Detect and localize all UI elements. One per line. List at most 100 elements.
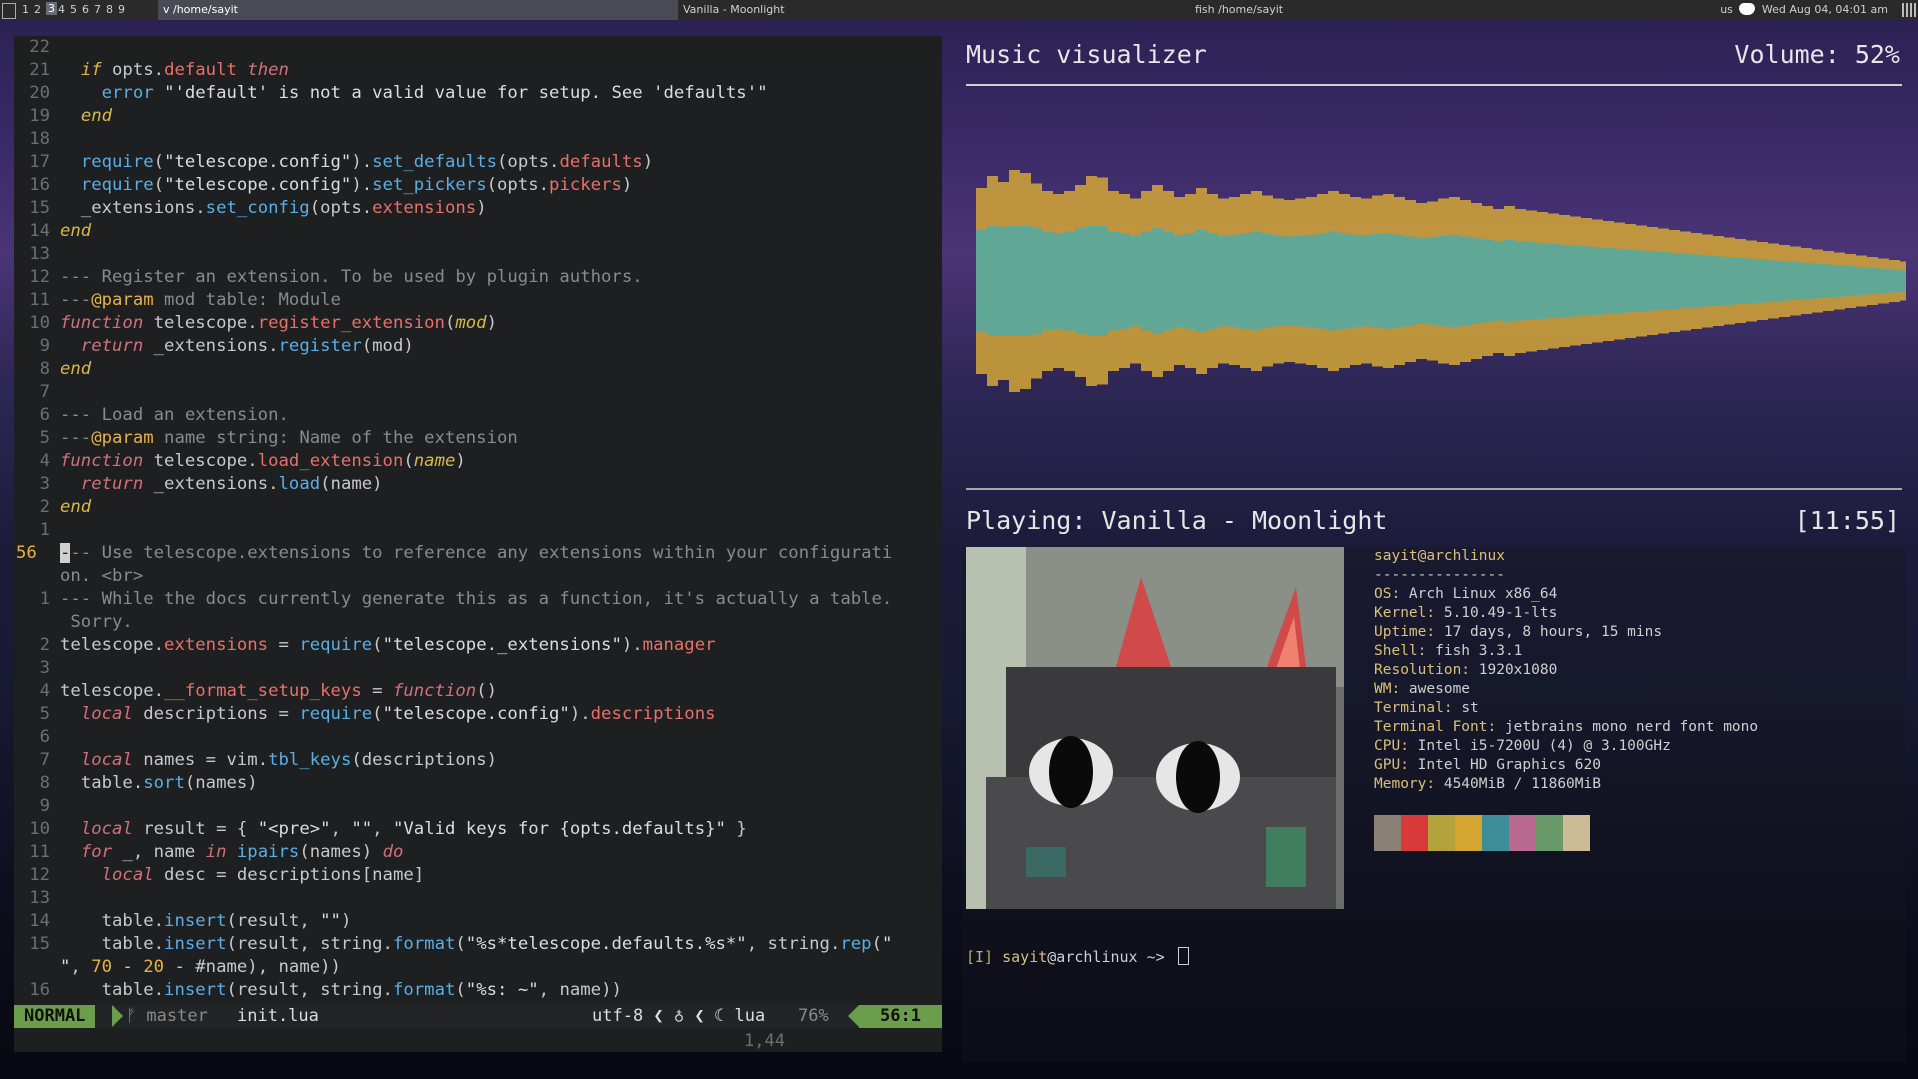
fetch-value: Intel HD Graphics 620: [1417, 757, 1601, 773]
code-line[interactable]: 10 function telescope.register_extension(…: [14, 312, 497, 335]
tag-3[interactable]: 3: [46, 2, 57, 15]
code-line[interactable]: 56 --- Use telescope.extensions to refere…: [14, 542, 892, 565]
spectrum-bar-inner: [1185, 233, 1196, 329]
code-line[interactable]: 7: [14, 381, 60, 404]
code-line[interactable]: 9: [14, 795, 60, 818]
code-line[interactable]: 5 ---@param name string: Name of the exte…: [14, 427, 518, 450]
code-line[interactable]: 16 table.insert(result, string.format("%…: [14, 979, 622, 1002]
task-terminal-vim[interactable]: v /home/sayit: [158, 0, 678, 20]
spectrum-bar-inner: [1812, 263, 1823, 299]
fetch-key: Shell:: [1374, 643, 1436, 659]
code-line[interactable]: 3 return _extensions.load(name): [14, 473, 383, 496]
code-line[interactable]: 16 require("telescope.config").set_picke…: [14, 174, 632, 197]
code-line[interactable]: 19 end: [14, 105, 112, 128]
shell-prompt[interactable]: [I] sayit@archlinux ~>: [966, 947, 1189, 966]
tag-9[interactable]: 9: [118, 3, 125, 16]
line-number: 1: [39, 589, 50, 609]
tag-5[interactable]: 5: [70, 3, 77, 16]
spectrum-bar-inner: [1438, 235, 1449, 327]
discord-icon[interactable]: [1739, 3, 1756, 15]
spectrum-bar-inner: [987, 226, 998, 336]
tag-8[interactable]: 8: [106, 3, 113, 16]
spectrum-bar-inner: [1658, 252, 1669, 310]
fish-terminal[interactable]: sayit@archlinux --------------- OS: Arch…: [962, 547, 1906, 1062]
code-line[interactable]: 6: [14, 726, 60, 749]
code-line[interactable]: on. <br>: [14, 565, 143, 588]
code-line[interactable]: Sorry.: [14, 611, 132, 634]
code-line[interactable]: 3: [14, 657, 60, 680]
code-line[interactable]: 21 if opts.default then: [14, 59, 289, 82]
spectrum-bar-inner: [1537, 243, 1548, 319]
line-text: function telescope.register_extension(mo…: [60, 313, 497, 333]
spectrum-bar-inner: [1416, 238, 1427, 324]
line-text: end: [60, 359, 92, 379]
tag-6[interactable]: 6: [82, 3, 89, 16]
code-line[interactable]: 1 --- While the docs currently generate t…: [14, 588, 893, 611]
line-number: 4: [39, 451, 50, 471]
code-line[interactable]: 1: [14, 519, 60, 542]
code-line[interactable]: 9 return _extensions.register(mod): [14, 335, 414, 358]
line-number: 3: [39, 658, 50, 678]
code-line[interactable]: 14 table.insert(result, ""): [14, 910, 351, 933]
launcher-icon[interactable]: [2, 3, 16, 19]
code-line[interactable]: 18: [14, 128, 60, 151]
code-line[interactable]: 2 telescope.extensions = require("telesco…: [14, 634, 716, 657]
layout-icon[interactable]: [1902, 3, 1916, 17]
palette-swatch: [1455, 815, 1482, 851]
code-line[interactable]: 17 require("telescope.config").set_defau…: [14, 151, 653, 174]
code-line[interactable]: 11 ---@param mod table: Module: [14, 289, 341, 312]
code-line[interactable]: 15 _extensions.set_config(opts.extension…: [14, 197, 486, 220]
code-line[interactable]: 11 for _, name in ipairs(names) do: [14, 841, 403, 864]
fetch-row: Terminal Font: jetbrains mono nerd font …: [1374, 718, 1758, 737]
code-line[interactable]: 8 end: [14, 358, 92, 381]
cursor-position: 56:1: [859, 1005, 942, 1028]
code-line[interactable]: 15 table.insert(result, string.format("%…: [14, 933, 892, 956]
track-time: [11:55]: [1794, 506, 1900, 535]
divider: [966, 84, 1902, 86]
task-visualizer[interactable]: Vanilla - Moonlight: [678, 0, 1178, 20]
task-fish[interactable]: fish /home/sayit: [1190, 0, 1490, 20]
code-line[interactable]: 22: [14, 36, 60, 59]
spectrum-bar-inner: [1823, 264, 1834, 298]
fetch-row: Terminal: st: [1374, 699, 1758, 718]
code-line[interactable]: 4 telescope.__format_setup_keys = functio…: [14, 680, 497, 703]
code-line[interactable]: 8 table.sort(names): [14, 772, 258, 795]
line-text: if opts.default then: [80, 60, 289, 80]
fetch-key: Terminal Font:: [1374, 719, 1505, 735]
fetch-key: Kernel:: [1374, 605, 1444, 621]
spectrum-bar-inner: [1669, 252, 1680, 310]
code-line[interactable]: 13: [14, 887, 60, 910]
tag-4[interactable]: 4: [58, 3, 65, 16]
code-line[interactable]: 4 function telescope.load_extension(name): [14, 450, 466, 473]
command-line[interactable]: 1,44: [744, 1031, 785, 1051]
code-line[interactable]: 20 error "'default' is not a valid value…: [14, 82, 767, 105]
code-line[interactable]: 12 --- Register an extension. To be used …: [14, 266, 642, 289]
code-line[interactable]: 12 local desc = descriptions[name]: [14, 864, 424, 887]
spectrum-bar-inner: [1647, 251, 1658, 311]
code-line[interactable]: 5 local descriptions = require("telescop…: [14, 703, 716, 726]
line-number: 3: [39, 474, 50, 494]
tag-2[interactable]: 2: [34, 3, 41, 16]
code-line[interactable]: ", 70 - 20 - #name), name)): [14, 956, 341, 979]
spectrum-bar-inner: [1163, 231, 1174, 331]
spectrum-bar-inner: [1108, 231, 1119, 331]
palette-swatch: [1563, 815, 1590, 851]
code-line[interactable]: 13: [14, 243, 60, 266]
keyboard-layout[interactable]: us: [1720, 3, 1733, 16]
fetch-value: jetbrains mono nerd font mono: [1504, 719, 1759, 735]
line-text: table.insert(result, string.format("%s*t…: [60, 934, 893, 954]
spectrum-bar-inner: [1900, 270, 1906, 292]
code-line[interactable]: 6 --- Load an extension.: [14, 404, 289, 427]
code-line[interactable]: 10 local result = { "<pre>", "", "Valid …: [14, 818, 747, 841]
code-line[interactable]: 7 local names = vim.tbl_keys(description…: [14, 749, 497, 772]
code-line[interactable]: 2 end: [14, 496, 92, 519]
prompt-path: ~>: [1137, 948, 1165, 966]
line-number: 7: [39, 750, 50, 770]
code-line[interactable]: 14 end: [14, 220, 91, 243]
neovim-editor[interactable]: 22 21 if opts.default then 20 error "'defa…: [14, 36, 942, 1052]
tag-7[interactable]: 7: [94, 3, 101, 16]
fetch-value: 1920x1080: [1478, 662, 1558, 678]
tag-1[interactable]: 1: [22, 3, 29, 16]
line-text: ", 70 - 20 - #name), name)): [60, 957, 341, 977]
line-number: 21: [29, 60, 50, 80]
